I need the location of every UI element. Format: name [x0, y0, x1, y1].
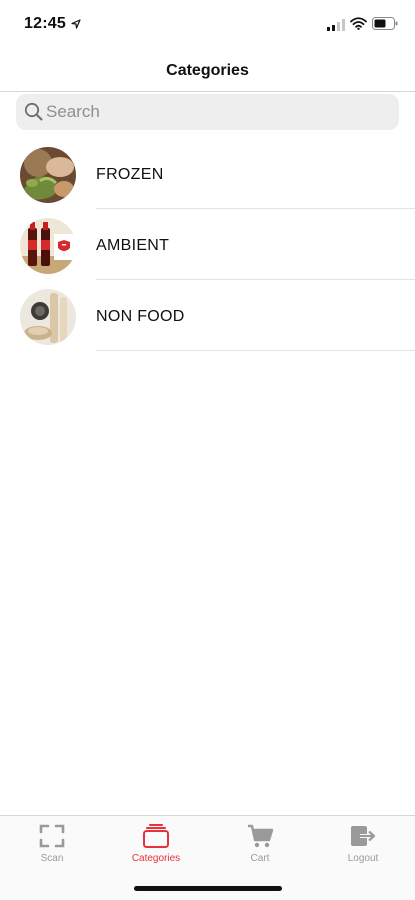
search-input[interactable]: [46, 94, 386, 130]
home-indicator: [134, 886, 282, 891]
tab-cart[interactable]: Cart: [208, 816, 312, 876]
cellular-signal-icon: [327, 19, 345, 31]
category-label: AMBIENT: [96, 237, 170, 254]
tab-label: Scan: [40, 853, 64, 864]
tab-logout[interactable]: Logout: [311, 816, 415, 876]
tab-label: Logout: [347, 853, 379, 864]
tab-label: Categories: [131, 853, 181, 864]
category-row-non-food[interactable]: NON FOOD: [0, 280, 415, 351]
categories-icon: [143, 824, 169, 848]
page-title: Categories: [166, 62, 249, 79]
category-row-frozen[interactable]: FROZEN: [0, 138, 415, 209]
row-divider: [96, 350, 415, 351]
category-label: NON FOOD: [96, 308, 185, 325]
household-items-thumbnail: [20, 289, 76, 345]
location-arrow-icon: [71, 19, 81, 29]
tab-categories[interactable]: Categories: [104, 816, 208, 876]
status-bar: 12:45: [0, 0, 415, 50]
category-label: FROZEN: [96, 166, 164, 183]
sauce-bottles-thumbnail: [20, 218, 76, 274]
navigation-bar: Categories: [0, 50, 415, 92]
scan-icon: [39, 824, 65, 848]
app-screen: 12:45 Categories Search FROZEN AMBIENT N…: [0, 0, 415, 900]
tab-label: Cart: [250, 853, 270, 864]
frozen-food-thumbnail: [20, 147, 76, 203]
tab-scan[interactable]: Scan: [0, 816, 104, 876]
logout-icon: [351, 826, 376, 846]
category-list: FROZEN AMBIENT NON FOOD: [0, 138, 415, 351]
battery-icon: [372, 17, 398, 30]
search-bar[interactable]: [16, 94, 399, 130]
status-time: 12:45: [24, 15, 66, 32]
cart-icon: [248, 824, 274, 848]
search-icon: [24, 102, 43, 121]
wifi-icon: [350, 17, 367, 30]
category-row-ambient[interactable]: AMBIENT: [0, 209, 415, 280]
